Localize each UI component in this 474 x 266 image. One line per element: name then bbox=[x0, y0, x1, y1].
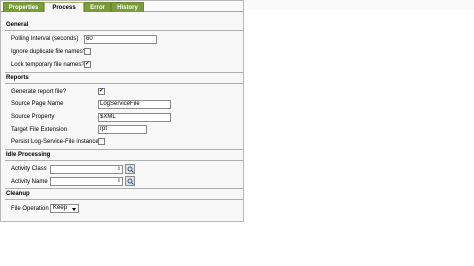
general-divider bbox=[5, 30, 243, 31]
tab-process[interactable]: Process bbox=[44, 2, 84, 12]
idle-divider bbox=[5, 160, 243, 161]
tab-error[interactable]: Error bbox=[84, 2, 111, 12]
idle-section-title: Idle Processing bbox=[6, 152, 51, 158]
activity-name-picker-button[interactable] bbox=[125, 176, 135, 186]
persist-instances-checkbox[interactable] bbox=[98, 138, 105, 145]
ignore-duplicate-label: Ignore duplicate file names? bbox=[11, 49, 87, 55]
source-property-label: Source Property bbox=[11, 114, 55, 120]
reports-top-divider bbox=[5, 72, 243, 73]
top-bar-extension bbox=[245, 0, 474, 10]
generate-report-checkbox[interactable]: ✓ bbox=[98, 88, 105, 95]
activity-class-picker-button[interactable] bbox=[125, 164, 135, 174]
file-operation-select[interactable]: Keep bbox=[50, 204, 79, 213]
ignore-duplicate-checkbox[interactable] bbox=[84, 48, 91, 55]
tab-strip: Properties Process Error History bbox=[1, 1, 243, 12]
activity-name-input[interactable]: ⇕ bbox=[50, 177, 123, 186]
tab-history[interactable]: History bbox=[111, 2, 144, 12]
tab-properties[interactable]: Properties bbox=[3, 2, 44, 12]
activity-class-label: Activity Class bbox=[11, 166, 47, 172]
polling-interval-label: Polling Interval (seconds) bbox=[11, 36, 79, 42]
activity-name-label: Activity Name bbox=[11, 179, 48, 185]
source-property-input[interactable]: $XML bbox=[98, 113, 171, 122]
activity-class-input[interactable]: ⇕ bbox=[50, 165, 123, 174]
lock-temporary-label: Lock temporary file names? bbox=[11, 62, 85, 68]
idle-top-divider bbox=[5, 149, 243, 150]
file-operation-label: File Operation bbox=[11, 206, 49, 212]
file-operation-value: Keep bbox=[53, 205, 68, 211]
magnifier-icon bbox=[127, 166, 134, 173]
target-extension-input[interactable]: rpt bbox=[98, 125, 147, 134]
source-page-label: Source Page Name bbox=[11, 101, 64, 107]
source-page-input[interactable]: LogServiceFile bbox=[98, 100, 171, 109]
general-section-title: General bbox=[6, 22, 29, 28]
cleanup-top-divider bbox=[5, 188, 243, 189]
generate-report-label: Generate report file? bbox=[11, 89, 67, 95]
autocomplete-arrows-icon: ⇕ bbox=[116, 178, 121, 184]
cleanup-section-title: Cleanup bbox=[6, 191, 30, 197]
autocomplete-arrows-icon: ⇕ bbox=[116, 166, 121, 172]
target-extension-label: Target File Extension bbox=[11, 127, 68, 133]
polling-interval-input[interactable]: 60 bbox=[84, 35, 157, 44]
reports-section-title: Reports bbox=[6, 75, 29, 81]
cleanup-divider bbox=[5, 199, 243, 200]
process-panel: Properties Process Error History General… bbox=[0, 0, 244, 222]
reports-divider bbox=[5, 83, 243, 84]
persist-instances-label: Persist Log-Service-File instances? bbox=[11, 139, 106, 145]
magnifier-icon bbox=[127, 178, 134, 185]
chevron-down-icon bbox=[72, 208, 76, 211]
lock-temporary-checkbox[interactable]: ✓ bbox=[84, 61, 91, 68]
